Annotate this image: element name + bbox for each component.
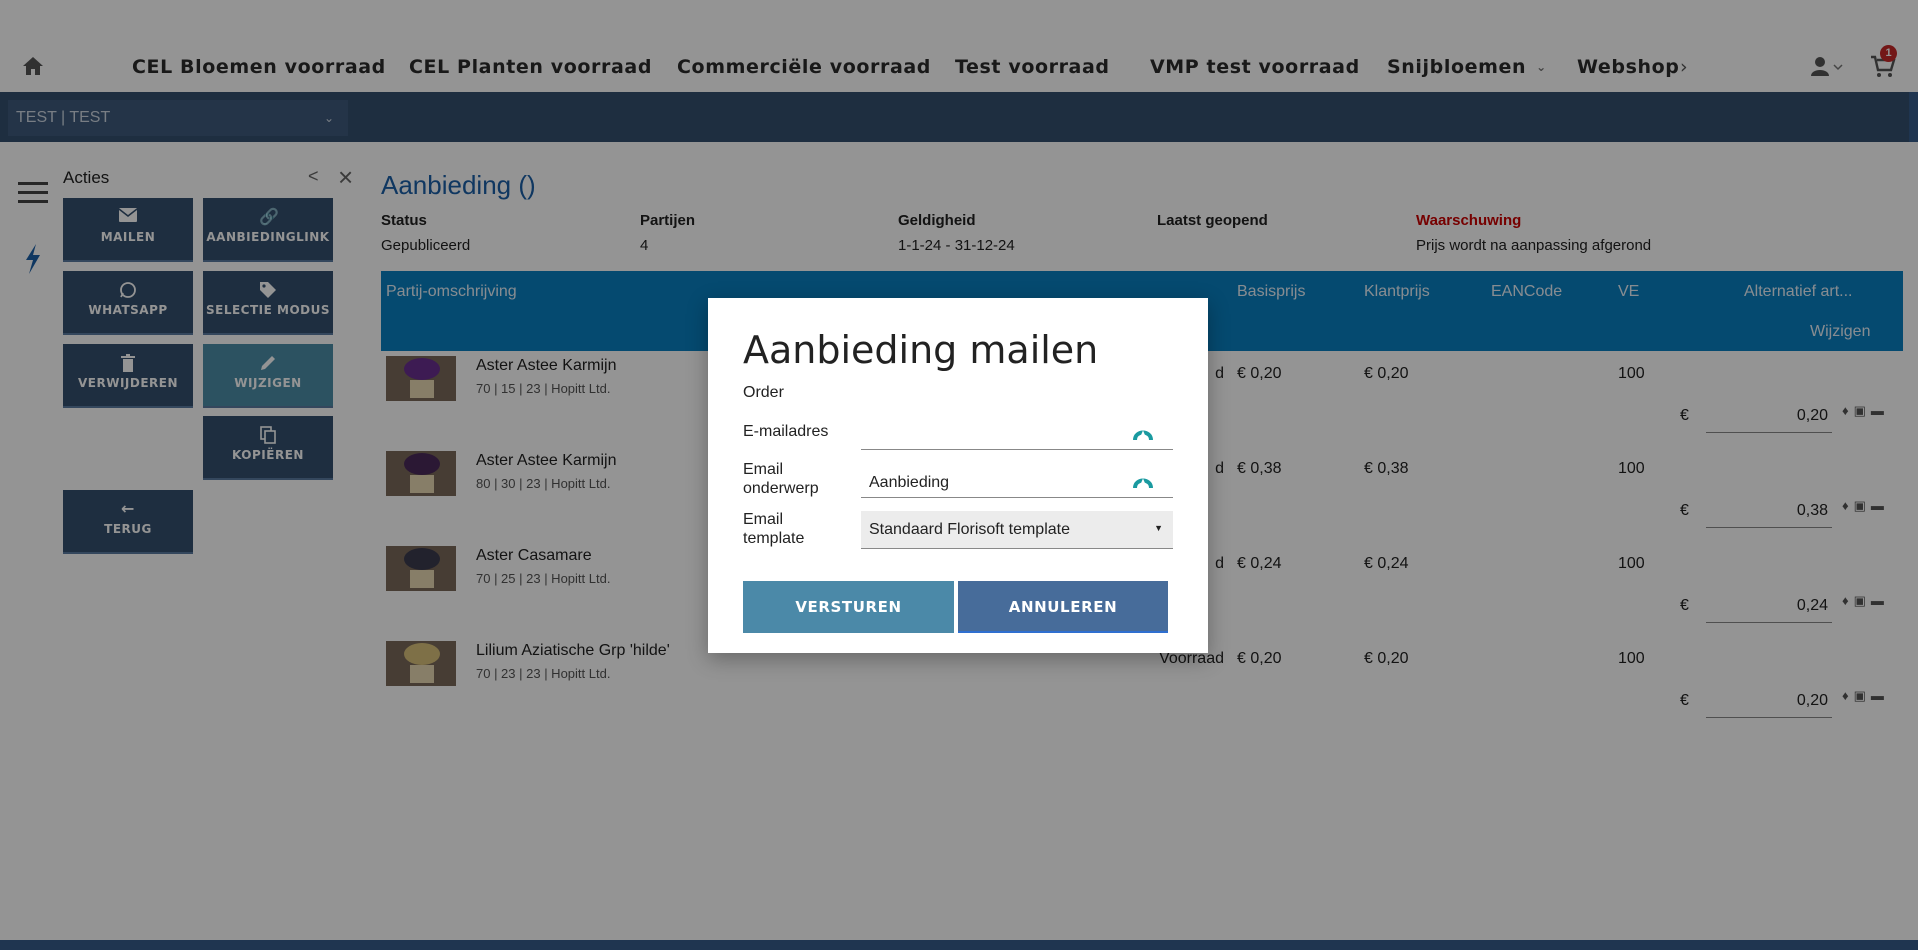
caret-down-icon: ▼ [1154, 523, 1163, 533]
subject-field[interactable]: Aanbieding [861, 464, 1173, 498]
mail-offer-dialog: Aanbieding mailen Order E-mailadres Emai… [708, 298, 1208, 653]
autofill-icon[interactable] [1133, 424, 1153, 442]
cancel-button[interactable]: ANNULEREN [958, 581, 1168, 633]
order-label: Order [743, 384, 784, 401]
template-value: Standaard Florisoft template [869, 521, 1070, 538]
scrollbar[interactable] [1909, 92, 1918, 142]
template-label: Email template [743, 511, 805, 547]
subject-value: Aanbieding [869, 474, 950, 491]
autofill-icon[interactable] [1133, 472, 1153, 490]
email-field[interactable] [861, 416, 1173, 450]
footer-bar [0, 940, 1918, 950]
dialog-title: Aanbieding mailen [743, 328, 1099, 372]
email-label: E-mailadres [743, 423, 829, 440]
send-button[interactable]: VERSTUREN [743, 581, 954, 633]
template-select[interactable]: Standaard Florisoft template ▼ [861, 511, 1173, 549]
page: CEL Bloemen voorraad CEL Planten voorraa… [0, 0, 1918, 950]
subject-label: Email onderwerp [743, 461, 819, 497]
